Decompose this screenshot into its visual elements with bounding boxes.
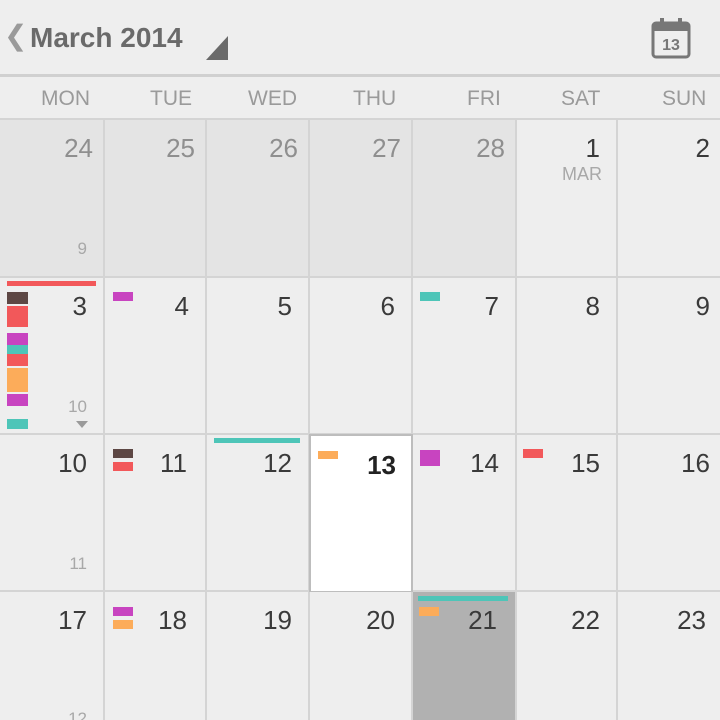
day-cell[interactable]: 11: [105, 435, 207, 592]
day-number: 2: [695, 133, 710, 163]
weekday-wed: WED: [248, 87, 297, 110]
event-marker[interactable]: [113, 449, 133, 458]
more-events-icon[interactable]: [76, 421, 88, 428]
event-marker[interactable]: [113, 620, 133, 629]
day-number: 5: [277, 291, 292, 321]
day-number: 18: [158, 605, 187, 635]
week-number: 10: [68, 397, 87, 416]
event-marker[interactable]: [420, 292, 440, 301]
event-bar[interactable]: [418, 596, 508, 601]
day-number: 27: [372, 133, 401, 163]
weekday-sat: SAT: [561, 87, 601, 110]
today-button[interactable]: 13: [650, 17, 692, 59]
event-bar[interactable]: [7, 281, 96, 286]
day-cell[interactable]: 3 10: [0, 278, 105, 435]
event-marker[interactable]: [420, 450, 440, 466]
day-cell[interactable]: 5: [207, 278, 310, 435]
day-cell[interactable]: 17 12: [0, 592, 105, 720]
calendar-today-icon: 13: [651, 18, 691, 59]
chevron-left-icon[interactable]: ❮: [4, 22, 27, 50]
week-number: 11: [69, 554, 87, 573]
event-marker[interactable]: [7, 306, 28, 327]
day-number: 21: [468, 605, 497, 635]
day-cell[interactable]: 22: [517, 592, 618, 720]
day-cell[interactable]: 4: [105, 278, 207, 435]
weekday-tue: TUE: [150, 87, 192, 110]
day-cell[interactable]: 20: [310, 592, 413, 720]
day-cell[interactable]: 7: [413, 278, 517, 435]
day-number: 1: [585, 133, 600, 163]
day-cell[interactable]: 10 11: [0, 435, 105, 592]
day-number: 25: [166, 133, 195, 163]
event-marker[interactable]: [7, 419, 28, 429]
day-cell[interactable]: 1 MAR: [517, 120, 618, 278]
weekday-sun: SUN: [662, 87, 707, 110]
day-number: 22: [571, 605, 600, 635]
day-number: 7: [484, 291, 499, 321]
event-marker[interactable]: [113, 607, 133, 616]
day-cell-selected[interactable]: 21: [413, 592, 517, 720]
day-number: 17: [58, 605, 87, 635]
day-number: 28: [476, 133, 505, 163]
day-cell-today[interactable]: 13: [309, 434, 413, 593]
day-number: 6: [380, 291, 395, 321]
day-number: 14: [470, 448, 499, 478]
day-cell[interactable]: 12: [207, 435, 310, 592]
day-number: 4: [174, 291, 189, 321]
weekday-thu: THU: [353, 87, 397, 110]
event-marker[interactable]: [7, 368, 28, 392]
day-number: 9: [695, 291, 710, 321]
week-number: 12: [68, 709, 87, 720]
day-number: 23: [677, 605, 706, 635]
month-grid: 24 9 25 26 27 28 1 MAR 2 3 10 4 5 6 7 8 …: [0, 118, 720, 720]
event-bar[interactable]: [214, 438, 300, 443]
day-cell[interactable]: 24 9: [0, 120, 105, 278]
month-label: MAR: [562, 164, 602, 184]
day-number: 3: [72, 291, 87, 321]
day-number: 24: [64, 133, 93, 163]
event-marker[interactable]: [318, 451, 338, 459]
day-cell[interactable]: 26: [207, 120, 310, 278]
day-number: 13: [367, 450, 396, 480]
day-number: 12: [263, 448, 292, 478]
day-cell[interactable]: 2: [618, 120, 720, 278]
day-number: 11: [160, 448, 187, 478]
day-cell[interactable]: 16: [618, 435, 720, 592]
event-marker[interactable]: [113, 462, 133, 471]
day-cell[interactable]: 18: [105, 592, 207, 720]
weekday-mon: MON: [41, 87, 90, 110]
day-cell[interactable]: 27: [310, 120, 413, 278]
day-cell[interactable]: 8: [517, 278, 618, 435]
month-title[interactable]: March 2014: [30, 22, 183, 54]
day-cell[interactable]: 14: [413, 435, 517, 592]
event-marker[interactable]: [419, 607, 439, 616]
event-marker[interactable]: [113, 292, 133, 301]
weekday-header-row: MON TUE WED THU FRI SAT SUN: [0, 77, 720, 119]
event-marker[interactable]: [7, 333, 28, 345]
day-number: 10: [58, 448, 87, 478]
day-cell[interactable]: 28: [413, 120, 517, 278]
day-number: 15: [571, 448, 600, 478]
day-cell[interactable]: 25: [105, 120, 207, 278]
today-icon-day: 13: [662, 37, 680, 54]
dropdown-triangle-icon[interactable]: [206, 36, 230, 60]
day-number: 26: [269, 133, 298, 163]
day-cell[interactable]: 19: [207, 592, 310, 720]
event-marker[interactable]: [7, 354, 28, 366]
day-cell[interactable]: 6: [310, 278, 413, 435]
day-number: 8: [585, 291, 600, 321]
day-cell[interactable]: 23: [618, 592, 720, 720]
week-number: 9: [77, 239, 87, 258]
weekday-fri: FRI: [467, 87, 501, 110]
event-marker[interactable]: [7, 292, 28, 304]
day-number: 16: [681, 448, 710, 478]
day-cell[interactable]: 9: [618, 278, 720, 435]
day-cell[interactable]: 15: [517, 435, 618, 592]
event-marker[interactable]: [7, 394, 28, 406]
event-marker[interactable]: [7, 345, 28, 354]
day-number: 19: [263, 605, 292, 635]
event-marker[interactable]: [523, 449, 543, 458]
calendar-header: ❮ March 2014 13: [0, 0, 720, 77]
day-number: 20: [366, 605, 395, 635]
